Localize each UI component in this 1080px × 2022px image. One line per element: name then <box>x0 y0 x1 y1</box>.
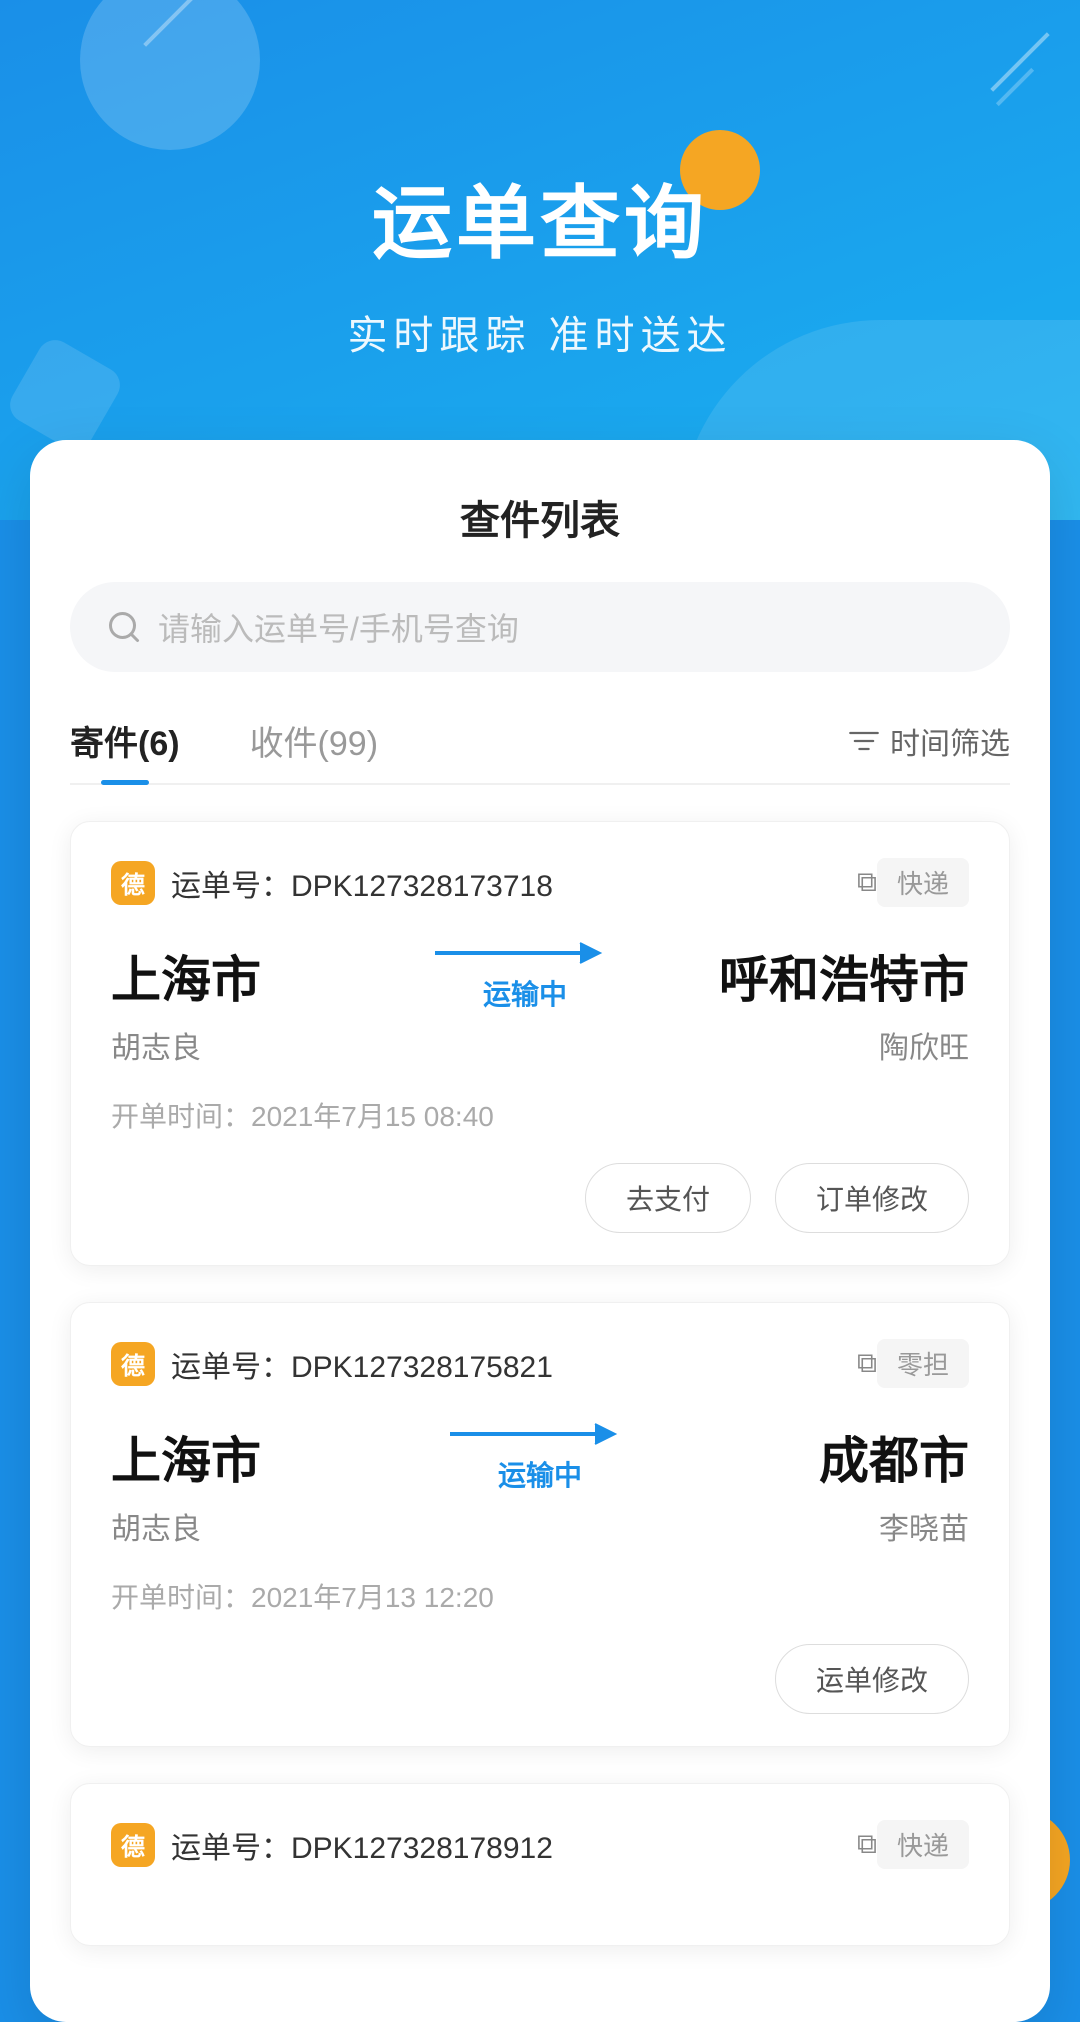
search-icon <box>106 609 142 645</box>
to-city-2: 成都市 <box>749 1421 969 1493</box>
route-middle-1: 运输中 <box>331 939 719 1013</box>
to-person-1: 陶欣旺 <box>879 1023 969 1067</box>
route-arrow-1 <box>435 939 615 967</box>
order-header-3: 德 运单号：DPK127328178912 ⧉ 快递 <box>111 1820 969 1869</box>
order-time-2: 开单时间：2021年7月13 12:20 <box>111 1576 969 1616</box>
filter-label: 时间筛选 <box>890 719 1010 763</box>
route-row-1: 上海市 运输中 呼和浩特市 <box>111 939 969 1013</box>
search-input-placeholder: 请输入运单号/手机号查询 <box>158 604 519 650</box>
order-actions-2: 运单修改 <box>111 1644 969 1714</box>
route-names-2: 胡志良 李晓苗 <box>111 1504 969 1548</box>
order-card-3: 德 运单号：DPK127328178912 ⧉ 快递 <box>70 1783 1010 1946</box>
btn-modify-2[interactable]: 运单修改 <box>775 1644 969 1714</box>
tab-receiver[interactable]: 收件(99) <box>250 716 378 783</box>
route-row-2: 上海市 运输中 成都市 <box>111 1420 969 1494</box>
order-actions-1: 去支付 订单修改 <box>111 1163 969 1233</box>
btn-modify-1[interactable]: 订单修改 <box>775 1163 969 1233</box>
filter-icon <box>848 727 880 755</box>
route-arrow-2 <box>450 1420 630 1448</box>
deco-circle-tl <box>80 0 260 150</box>
route-names-1: 胡志良 陶欣旺 <box>111 1023 969 1067</box>
order-brand-icon-3: 德 <box>111 1823 155 1867</box>
order-header-2: 德 运单号：DPK127328175821 ⧉ 零担 <box>111 1339 969 1388</box>
hero-title: 运单查询 <box>372 159 708 275</box>
route-middle-2: 运输中 <box>331 1420 749 1494</box>
order-time-1: 开单时间：2021年7月15 08:40 <box>111 1095 969 1135</box>
tab-sender[interactable]: 寄件(6) <box>70 716 180 783</box>
copy-icon-3[interactable]: ⧉ <box>857 1828 877 1861</box>
order-tag-1: 快递 <box>877 858 969 907</box>
order-brand-icon-2: 德 <box>111 1342 155 1386</box>
from-person-1: 胡志良 <box>111 1023 201 1067</box>
route-status-1: 运输中 <box>483 973 567 1013</box>
to-city-1: 呼和浩特市 <box>719 940 969 1012</box>
deco-shape-bl <box>4 334 127 457</box>
btn-pay-1[interactable]: 去支付 <box>585 1163 751 1233</box>
from-person-2: 胡志良 <box>111 1504 201 1548</box>
from-city-1: 上海市 <box>111 940 331 1012</box>
to-person-2: 李晓苗 <box>879 1504 969 1548</box>
order-tag-2: 零担 <box>877 1339 969 1388</box>
tabs-row: 寄件(6) 收件(99) 时间筛选 <box>70 716 1010 785</box>
order-num-1: 运单号：DPK127328173718 <box>171 861 843 905</box>
hero-subtitle: 实时跟踪 准时送达 <box>347 303 732 361</box>
copy-icon-2[interactable]: ⧉ <box>857 1347 877 1380</box>
order-num-3: 运单号：DPK127328178912 <box>171 1823 843 1867</box>
order-tag-3: 快递 <box>877 1820 969 1869</box>
route-status-2: 运输中 <box>498 1454 582 1494</box>
card-container: 查件列表 请输入运单号/手机号查询 寄件(6) 收件(99) 时间筛选 德 运单… <box>30 440 1050 2022</box>
order-card-2: 德 运单号：DPK127328175821 ⧉ 零担 上海市 运输中 成都市 胡… <box>70 1302 1010 1747</box>
order-brand-icon-1: 德 <box>111 861 155 905</box>
deco-line-tr2 <box>996 68 1034 106</box>
list-title: 查件列表 <box>70 488 1010 546</box>
order-card-1: 德 运单号：DPK127328173718 ⧉ 快递 上海市 运输中 呼和浩特市… <box>70 821 1010 1266</box>
order-num-2: 运单号：DPK127328175821 <box>171 1342 843 1386</box>
order-header-1: 德 运单号：DPK127328173718 ⧉ 快递 <box>111 858 969 907</box>
copy-icon-1[interactable]: ⧉ <box>857 866 877 899</box>
tab-filter[interactable]: 时间筛选 <box>848 719 1010 781</box>
search-bar[interactable]: 请输入运单号/手机号查询 <box>70 582 1010 672</box>
from-city-2: 上海市 <box>111 1421 331 1493</box>
